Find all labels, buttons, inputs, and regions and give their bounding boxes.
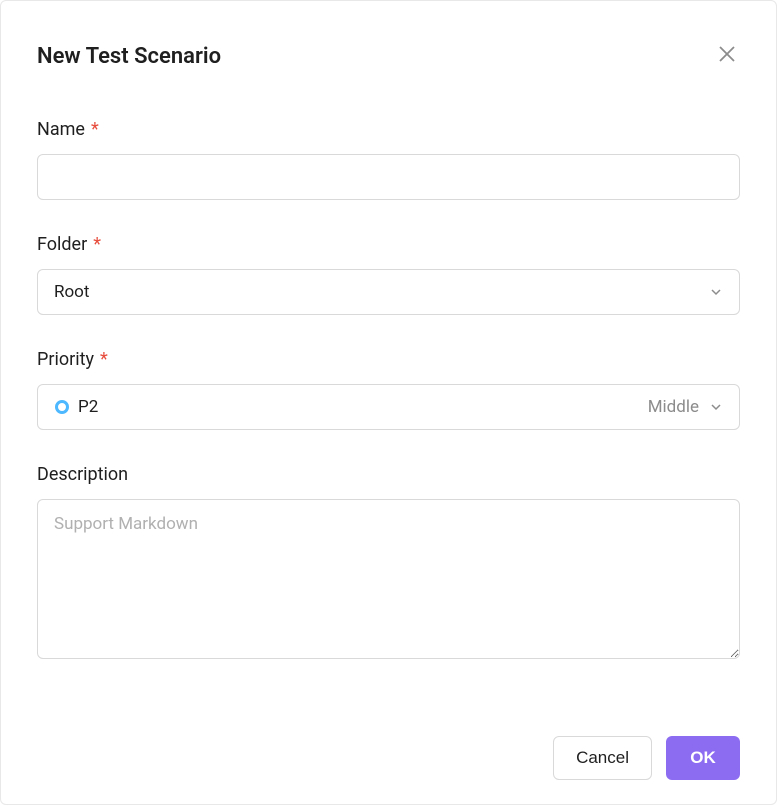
required-indicator: * [93, 234, 101, 255]
folder-field-group: Folder * Root [37, 234, 740, 315]
ok-button[interactable]: OK [666, 736, 740, 780]
description-textarea[interactable] [37, 499, 740, 659]
priority-select[interactable]: P2 Middle [37, 384, 740, 430]
dialog-header: New Test Scenario [37, 41, 740, 71]
close-icon [718, 46, 736, 68]
close-button[interactable] [714, 41, 740, 71]
priority-field-group: Priority * P2 Middle [37, 349, 740, 430]
name-label: Name [37, 119, 85, 140]
chevron-down-icon [709, 285, 723, 299]
required-indicator: * [91, 119, 99, 140]
chevron-down-icon [709, 400, 723, 414]
folder-label: Folder [37, 234, 87, 255]
dialog-footer: Cancel OK [553, 736, 740, 780]
cancel-button[interactable]: Cancel [553, 736, 652, 780]
name-field-group: Name * [37, 119, 740, 200]
priority-label: Priority [37, 349, 94, 370]
folder-select[interactable]: Root [37, 269, 740, 315]
description-label: Description [37, 464, 128, 485]
required-indicator: * [100, 349, 108, 370]
dialog-title: New Test Scenario [37, 44, 221, 69]
priority-icon [54, 399, 70, 415]
folder-selected-value: Root [54, 282, 89, 302]
description-field-group: Description [37, 464, 740, 663]
priority-selected-value: P2 [78, 397, 98, 417]
name-input[interactable] [37, 154, 740, 200]
priority-suffix: Middle [648, 397, 699, 417]
new-test-scenario-dialog: New Test Scenario Name * Folder * Root [0, 0, 777, 805]
